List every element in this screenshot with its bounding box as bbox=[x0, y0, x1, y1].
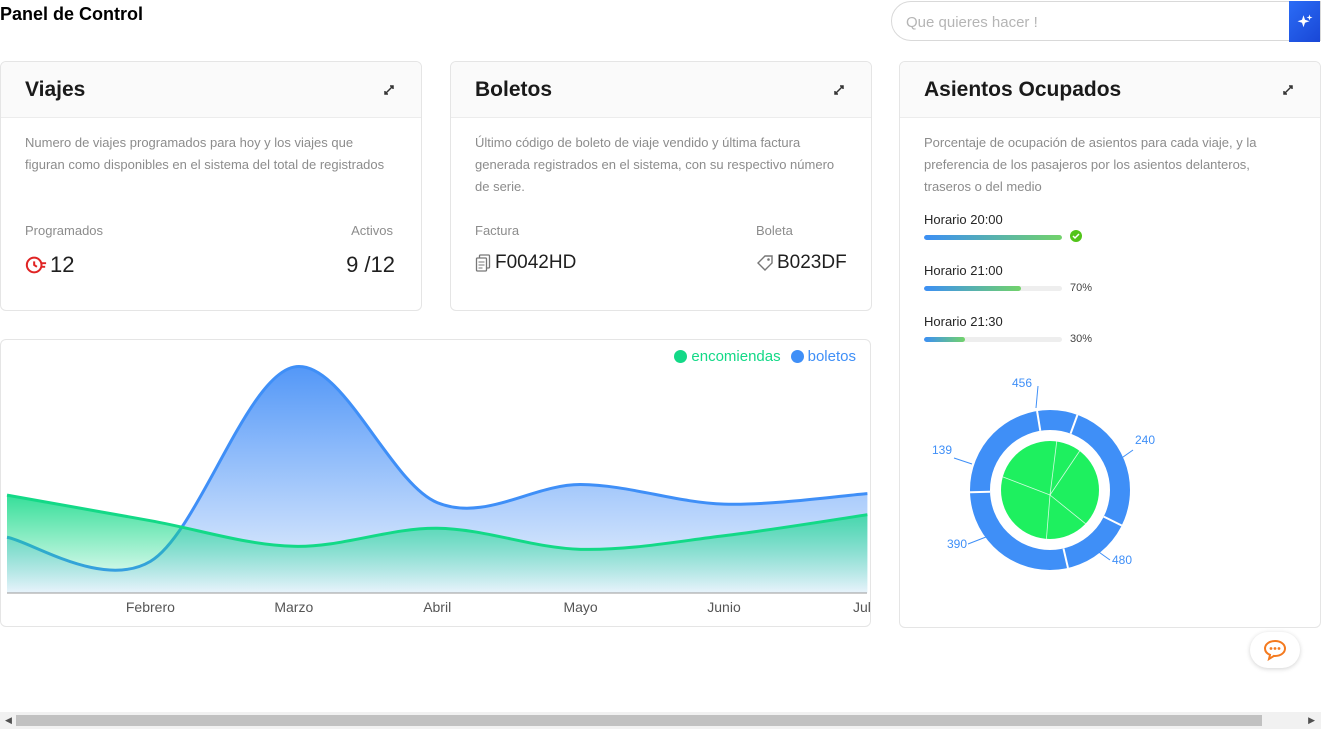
search-box[interactable] bbox=[891, 1, 1321, 42]
search-input[interactable] bbox=[906, 11, 1286, 33]
asientos-title: Asientos Ocupados bbox=[924, 78, 1122, 101]
sparkle-button[interactable] bbox=[1289, 1, 1320, 42]
seat-row-label: Horario 21:00 bbox=[924, 263, 1003, 278]
boleta-label: Boleta bbox=[756, 223, 793, 238]
asientos-description: Porcentaje de ocupación de asientos para… bbox=[924, 135, 1257, 194]
activos-value: 9 /12 bbox=[346, 252, 395, 277]
x-tick-label: Julio bbox=[853, 599, 871, 615]
seat-occupancy-list: Horario 20:00 Horario 21:00 70% Horario … bbox=[924, 212, 1304, 365]
boletos-title: Boletos bbox=[475, 78, 553, 101]
inner-pie bbox=[1001, 441, 1099, 539]
ring-label: 456 bbox=[1012, 376, 1032, 390]
seat-row: Horario 20:00 bbox=[924, 212, 1304, 263]
seat-row-label: Horario 20:00 bbox=[924, 212, 1003, 227]
ring-label: 139 bbox=[932, 443, 952, 457]
seat-donut-chart: 456 240 139 390 480 bbox=[932, 376, 1155, 570]
expand-icon[interactable] bbox=[381, 82, 397, 98]
seat-row-label: Horario 21:30 bbox=[924, 314, 1003, 329]
boleta-value: B023DF bbox=[777, 252, 847, 273]
scroll-right-icon[interactable]: ▶ bbox=[1308, 715, 1315, 726]
ring-label: 240 bbox=[1135, 433, 1155, 447]
x-tick-label: Abril bbox=[423, 599, 451, 615]
seat-row-percent: 30% bbox=[1070, 333, 1093, 345]
check-circle-icon bbox=[1070, 230, 1082, 242]
seat-row-percent: 70% bbox=[1070, 282, 1093, 294]
programados-value: 12 bbox=[50, 252, 75, 277]
viajes-card: Viajes Numero de viajes programados para… bbox=[0, 61, 422, 311]
factura-label: Factura bbox=[475, 223, 520, 238]
document-copy-icon bbox=[475, 254, 491, 272]
programados-stat: 12 bbox=[25, 252, 74, 278]
area-chart-svg: Febrero Marzo Abril Mayo Junio Julio bbox=[6, 365, 871, 615]
asientos-card-header: Asientos Ocupados bbox=[900, 62, 1320, 118]
expand-icon[interactable] bbox=[1280, 82, 1296, 98]
x-tick-label: Mayo bbox=[563, 599, 597, 615]
viajes-card-header: Viajes bbox=[1, 62, 421, 118]
factura-value: F0042HD bbox=[495, 252, 577, 273]
seat-row: Horario 21:00 70% bbox=[924, 263, 1304, 314]
factura-stat: F0042HD bbox=[475, 252, 576, 274]
sparkle-icon bbox=[1297, 14, 1312, 27]
x-tick-label: Febrero bbox=[126, 599, 175, 615]
page-title: Panel de Control bbox=[0, 4, 144, 24]
boletos-card: Boletos Último código de boleto de viaje… bbox=[450, 61, 872, 311]
x-tick-label: Junio bbox=[707, 599, 741, 615]
boletos-card-header: Boletos bbox=[451, 62, 871, 118]
encomiendas-boletos-chart: encomiendas boletos Febrero Marzo Abril May… bbox=[0, 339, 871, 627]
viajes-title: Viajes bbox=[25, 78, 86, 101]
seat-progress-bar bbox=[924, 286, 1062, 291]
expand-icon[interactable] bbox=[831, 82, 847, 98]
seat-row: Horario 21:30 30% bbox=[924, 314, 1304, 365]
seat-progress-bar bbox=[924, 235, 1062, 240]
scrollbar-thumb[interactable] bbox=[16, 715, 1262, 726]
clock-alert-icon bbox=[25, 256, 47, 274]
scroll-left-icon[interactable]: ◀ bbox=[5, 715, 12, 726]
asientos-card: Asientos Ocupados Porcentaje de ocupació… bbox=[899, 61, 1321, 628]
tag-icon bbox=[757, 255, 773, 271]
chat-button[interactable] bbox=[1250, 632, 1300, 668]
boletos-description: Último código de boleto de viaje vendido… bbox=[475, 135, 835, 194]
programados-label: Programados bbox=[25, 223, 104, 238]
boleta-stat: B023DF bbox=[756, 252, 847, 274]
ring-label: 390 bbox=[947, 537, 967, 551]
ring-segment-divider bbox=[970, 490, 991, 494]
activos-label: Activos bbox=[351, 223, 393, 238]
chat-bubble-icon bbox=[1263, 639, 1287, 661]
ring-label: 480 bbox=[1112, 553, 1132, 567]
x-tick-label: Marzo bbox=[274, 599, 313, 615]
viajes-description: Numero de viajes programados para hoy y … bbox=[25, 135, 385, 172]
seat-progress-bar bbox=[924, 337, 1062, 342]
horizontal-scrollbar[interactable]: ◀ ▶ bbox=[0, 712, 1321, 729]
